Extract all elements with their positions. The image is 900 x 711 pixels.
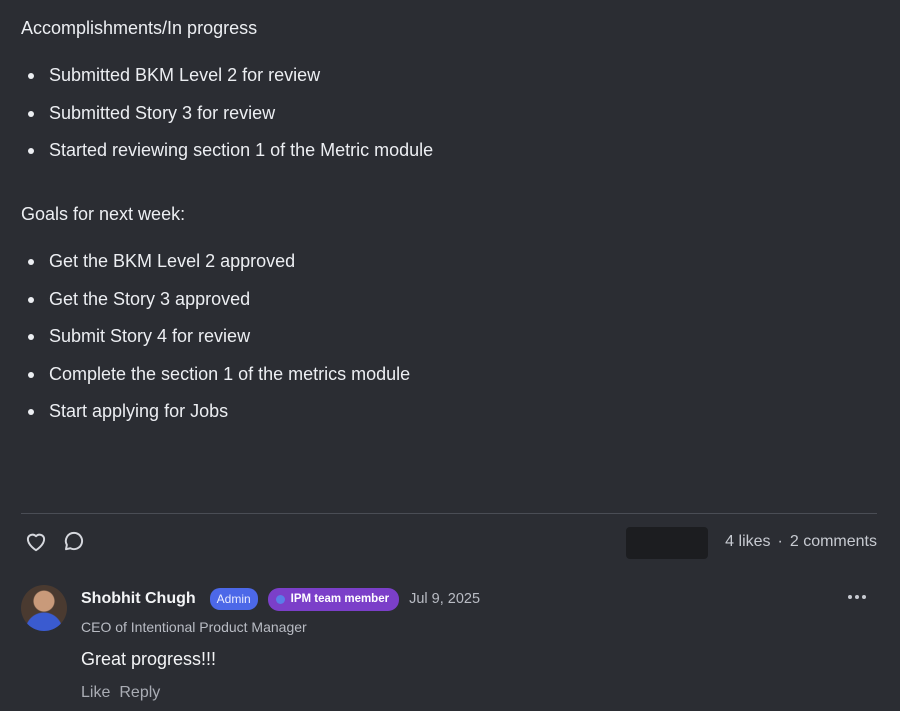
list-item: Submitted BKM Level 2 for review	[21, 63, 433, 101]
team-icon	[275, 594, 285, 604]
list-item: Get the Story 3 approved	[21, 287, 410, 325]
team-badge: IPM team member	[267, 587, 400, 611]
heart-icon[interactable]	[23, 528, 51, 556]
reply-link[interactable]: Reply	[119, 684, 160, 701]
accomplishments-heading: Accomplishments/In progress	[21, 18, 258, 38]
admin-badge: Admin	[209, 588, 258, 610]
comment-bubble-icon[interactable]	[61, 528, 89, 556]
like-link[interactable]: Like	[81, 684, 110, 701]
comment-text: Great progress!!!	[81, 649, 217, 669]
post-actions: 4 likes · 2 comments	[21, 527, 877, 559]
separator: ·	[777, 533, 783, 550]
list-item: Start applying for Jobs	[21, 399, 410, 437]
comment-date: Jul 9, 2025	[409, 591, 481, 607]
list-item: Started reviewing section 1 of the Metri…	[21, 138, 433, 176]
comment-author[interactable]: Shobhit Chugh	[81, 590, 196, 608]
accomplishments-list: Submitted BKM Level 2 for review Submitt…	[21, 63, 433, 176]
comment-header: Shobhit Chugh Admin IPM team member Jul …	[81, 587, 480, 611]
redacted-avatars	[626, 527, 708, 559]
author-role: CEO of Intentional Product Manager	[81, 619, 307, 635]
divider	[21, 513, 877, 514]
team-badge-label: IPM team member	[290, 592, 390, 605]
more-horizontal-icon[interactable]	[845, 587, 869, 607]
comments-count[interactable]: 2 comments	[790, 533, 877, 550]
engagement-stats: 4 likes · 2 comments	[725, 533, 877, 551]
likes-count[interactable]: 4 likes	[725, 533, 770, 550]
comment: Shobhit Chugh Admin IPM team member Jul …	[21, 585, 877, 711]
avatar[interactable]	[21, 585, 67, 631]
goals-list: Get the BKM Level 2 approved Get the Sto…	[21, 249, 410, 437]
list-item: Submit Story 4 for review	[21, 324, 410, 362]
list-item: Get the BKM Level 2 approved	[21, 249, 410, 287]
list-item: Submitted Story 3 for review	[21, 101, 433, 139]
list-item: Complete the section 1 of the metrics mo…	[21, 362, 410, 400]
comment-actions: Like Reply	[81, 684, 169, 702]
goals-heading: Goals for next week:	[21, 204, 186, 224]
